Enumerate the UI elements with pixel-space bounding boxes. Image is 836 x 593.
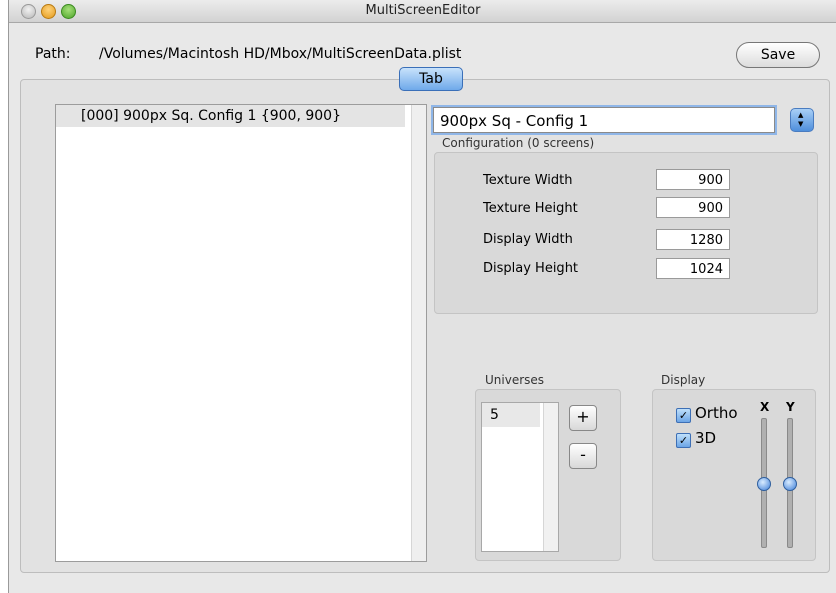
3d-checkbox[interactable]: ✓	[676, 433, 691, 448]
config-name-field[interactable]: 900px Sq - Config 1	[433, 107, 775, 133]
texture-width-label: Texture Width	[483, 173, 573, 188]
save-button[interactable]: Save	[736, 42, 820, 68]
display-width-label: Display Width	[483, 232, 573, 247]
chevron-down-icon: ▼	[798, 120, 804, 128]
universes-list[interactable]: 5	[481, 402, 559, 552]
3d-option[interactable]: ✓ 3D	[676, 429, 716, 448]
list-item[interactable]: 5	[482, 403, 540, 427]
display-width-field[interactable]: 1280	[656, 229, 730, 250]
config-list[interactable]: [000] 900px Sq. Config 1 {900, 900}	[55, 104, 427, 562]
window-title: MultiScreenEditor	[365, 3, 481, 18]
y-slider-track[interactable]	[783, 418, 797, 548]
ortho-option[interactable]: ✓ Ortho	[676, 404, 738, 423]
universes-label: Universes	[485, 373, 545, 387]
universes-scrollbar[interactable]	[543, 403, 558, 551]
display-label: Display	[661, 373, 706, 387]
add-universe-button[interactable]: +	[569, 405, 597, 431]
editor-window: MultiScreenEditor Path: /Volumes/Macinto…	[8, 0, 836, 593]
x-slider-knob[interactable]	[757, 477, 771, 491]
list-item[interactable]: [000] 900px Sq. Config 1 {900, 900}	[56, 105, 405, 127]
list-scrollbar[interactable]	[411, 105, 426, 561]
path-value: /Volumes/Macintosh HD/Mbox/MultiScreenDa…	[99, 46, 462, 62]
x-axis-label: X	[760, 400, 770, 414]
display-height-field[interactable]: 1024	[656, 258, 730, 279]
texture-width-field[interactable]: 900	[656, 169, 730, 190]
tab-main[interactable]: Tab	[399, 67, 463, 91]
ortho-checkbox[interactable]: ✓	[676, 408, 691, 423]
ortho-label: Ortho	[695, 404, 738, 422]
texture-height-field[interactable]: 900	[656, 197, 730, 218]
y-axis-label: Y	[786, 400, 795, 414]
3d-label: 3D	[695, 429, 717, 447]
config-stepper[interactable]: ▲ ▼	[790, 108, 814, 132]
x-slider-track[interactable]	[757, 418, 771, 548]
title-bar[interactable]: MultiScreenEditor	[9, 0, 836, 23]
y-slider-knob[interactable]	[783, 477, 797, 491]
display-height-label: Display Height	[483, 261, 579, 276]
path-label: Path:	[35, 46, 71, 62]
configuration-label: Configuration (0 screens)	[442, 136, 595, 150]
chevron-up-icon: ▲	[798, 111, 804, 119]
remove-universe-button[interactable]: -	[569, 443, 597, 469]
texture-height-label: Texture Height	[483, 201, 578, 216]
